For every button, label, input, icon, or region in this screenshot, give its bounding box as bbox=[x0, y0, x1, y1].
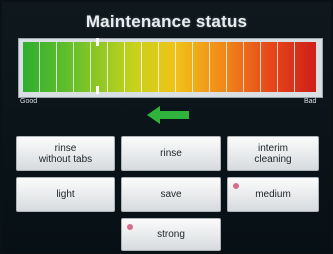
status-dot-icon bbox=[233, 183, 239, 189]
rinse-without-tabs-label: rinse without tabs bbox=[38, 142, 93, 165]
gauge-divider bbox=[175, 42, 176, 92]
gauge-divider bbox=[56, 42, 57, 92]
page-title: Maintenance status bbox=[85, 12, 248, 31]
gauge-divider bbox=[226, 42, 227, 92]
gauge-divider bbox=[277, 42, 278, 92]
gauge-divider bbox=[107, 42, 108, 92]
medium-label: medium bbox=[255, 189, 291, 200]
light-button[interactable]: light bbox=[16, 177, 115, 212]
save-label: save bbox=[160, 189, 182, 200]
strong-button[interactable]: strong bbox=[121, 218, 221, 251]
gauge-divider bbox=[260, 42, 261, 92]
medium-button[interactable]: medium bbox=[227, 177, 319, 212]
gauge-divider bbox=[294, 42, 295, 92]
green-left-arrow-icon bbox=[147, 106, 189, 124]
gauge-divider bbox=[192, 42, 193, 92]
rinse-button[interactable]: rinse bbox=[121, 136, 221, 171]
gauge-divider bbox=[124, 42, 125, 92]
gauge-divider bbox=[90, 42, 91, 92]
save-button[interactable]: save bbox=[121, 177, 221, 212]
light-label: light bbox=[56, 189, 75, 200]
gauge-divider bbox=[39, 42, 40, 92]
gauge-divider bbox=[141, 42, 142, 92]
interim-cleaning-button[interactable]: interim cleaning bbox=[227, 136, 319, 171]
interim-cleaning-label: interim cleaning bbox=[254, 142, 292, 165]
gauge-good-label: Good bbox=[20, 98, 38, 105]
rinse-label: rinse bbox=[160, 148, 182, 159]
gauge-divider bbox=[158, 42, 159, 92]
status-dot-icon bbox=[127, 224, 133, 230]
rinse-without-tabs-button[interactable]: rinse without tabs bbox=[16, 136, 115, 171]
maintenance-gauge bbox=[23, 42, 316, 92]
gauge-bad-label: Bad bbox=[304, 98, 317, 105]
gauge-divider bbox=[73, 42, 74, 92]
gauge-bottom-marker bbox=[96, 86, 99, 94]
gauge-divider bbox=[243, 42, 244, 92]
gauge-divider bbox=[209, 42, 210, 92]
gauge-top-marker bbox=[96, 38, 99, 46]
strong-label: strong bbox=[157, 229, 185, 240]
